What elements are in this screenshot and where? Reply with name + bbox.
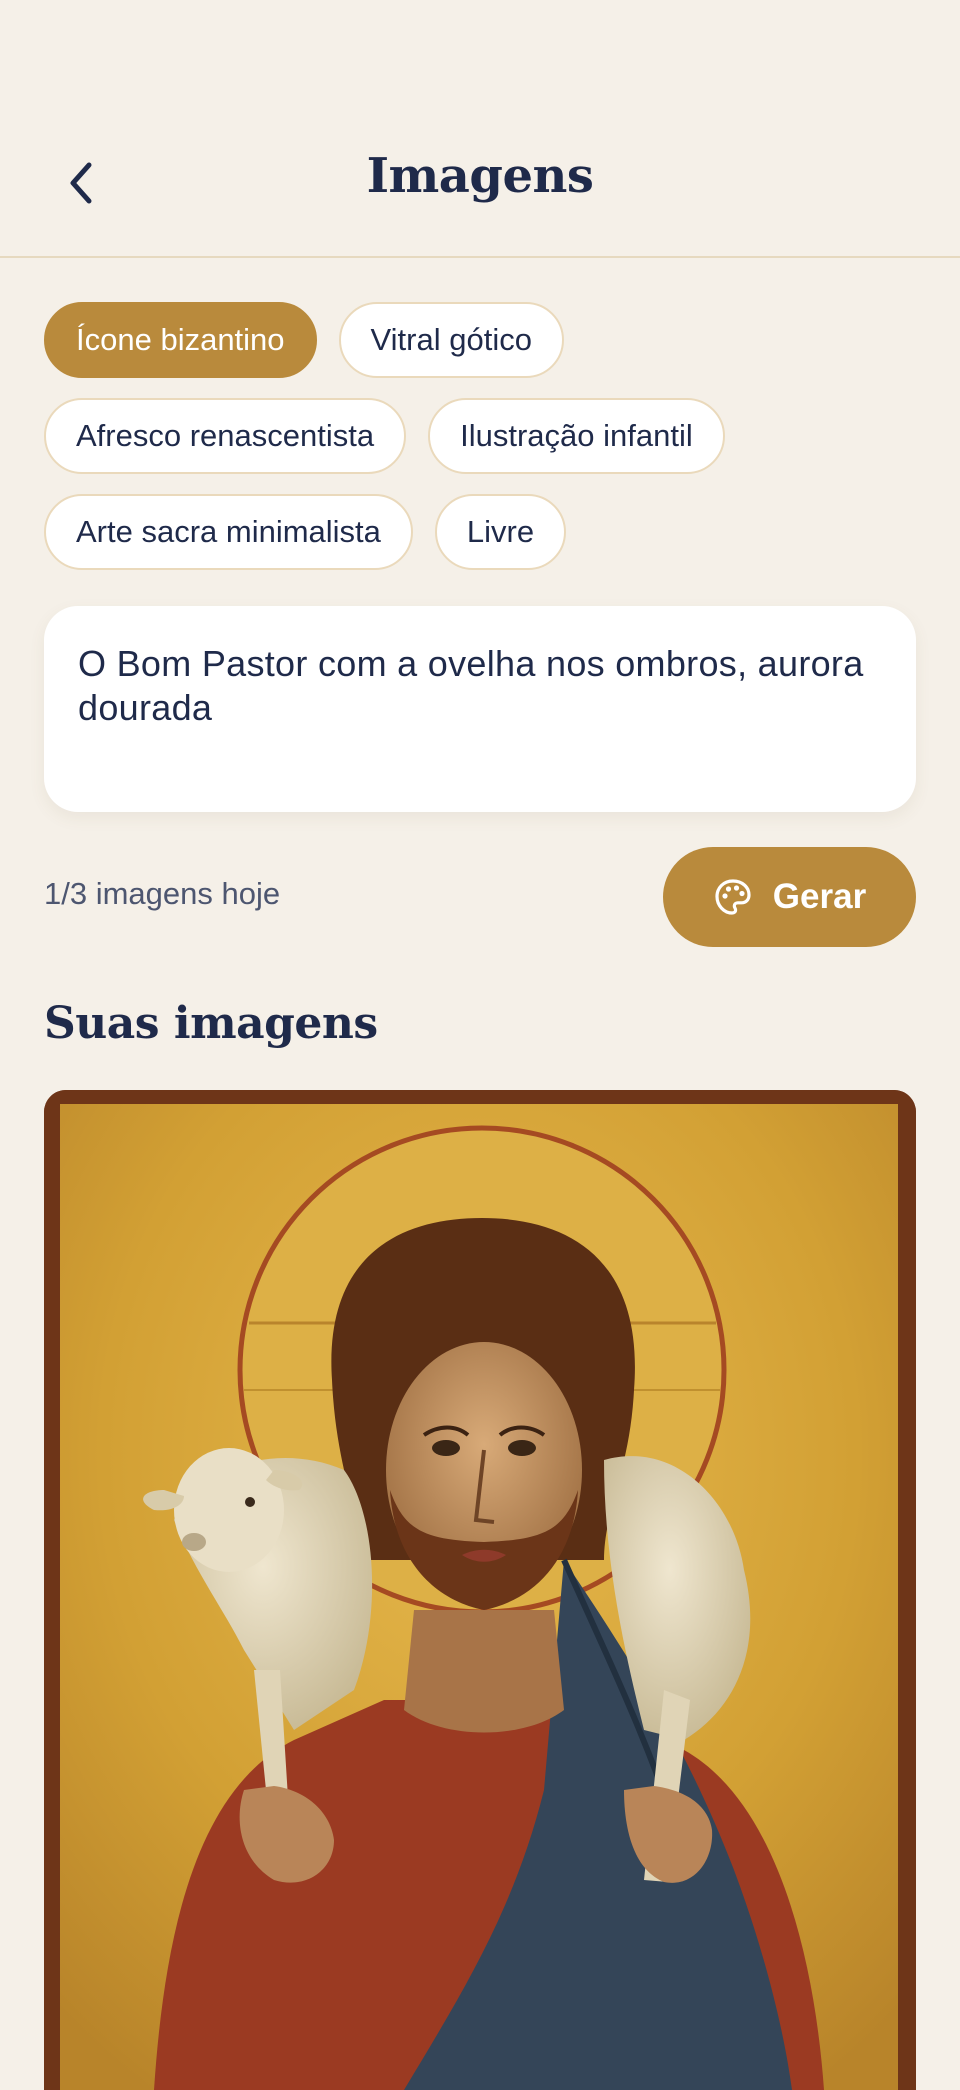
chip-livre[interactable]: Livre [434,494,567,570]
gallery-title: Suas imagens [44,998,378,1049]
generate-button[interactable]: Gerar [663,847,916,947]
chip-icone-bizantino[interactable]: Ícone bizantino [44,302,317,378]
daily-quota-text: 1/3 imagens hoje [44,876,281,911]
chip-arte-sacra-minimalista[interactable]: Arte sacra minimalista [44,494,413,570]
palette-icon [715,879,751,915]
generated-image-card[interactable] [44,1090,916,2090]
chip-vitral-gotico[interactable]: Vitral gótico [338,302,564,378]
prompt-input[interactable]: O Bom Pastor com a ovelha nos ombros, au… [44,606,916,812]
generate-label: Gerar [772,877,867,916]
style-chips: Ícone bizantino Vitral gótico Afresco re… [44,302,924,590]
chip-ilustracao-infantil[interactable]: Ilustração infantil [428,398,725,474]
page-title: Imagens [366,148,594,204]
chip-afresco-renascentista[interactable]: Afresco renascentista [44,398,407,474]
good-shepherd-icon-image [44,1090,916,2090]
app-header: Imagens [0,0,960,258]
